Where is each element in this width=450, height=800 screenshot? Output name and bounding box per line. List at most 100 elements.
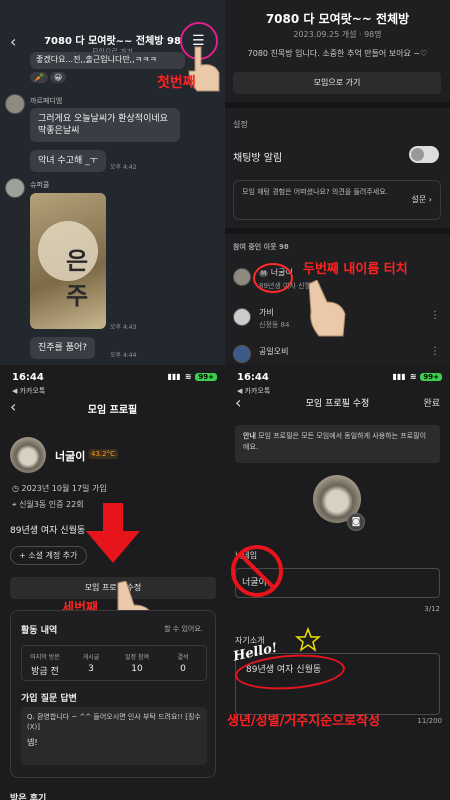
- battery-icon: 99+: [420, 372, 442, 381]
- stat-value: 3: [88, 664, 94, 674]
- step-annotation: 첫번째: [157, 75, 196, 91]
- message-time: 오후 4:42: [110, 164, 137, 171]
- section-divider: [225, 228, 450, 234]
- status-time: 16:44: [237, 372, 269, 383]
- pointing-hand-icon: [308, 280, 346, 337]
- answer-text: 넵!: [27, 737, 38, 747]
- location-verification: ⌖ 신월3동 인증 22회: [12, 499, 84, 510]
- notice-label: 안내: [243, 432, 256, 440]
- temperature-badge: 43.2°C: [88, 449, 118, 459]
- survey-card[interactable]: 모임 채팅 경험은 어떠셨나요? 의견을 들려주세요. 설문 ›: [233, 180, 441, 220]
- page-title: 모임 프로필: [87, 405, 138, 416]
- activity-title: 활동 내역: [21, 626, 58, 636]
- chat-message: 악녀 수고해 _ㅜ: [30, 150, 106, 173]
- member-avatar[interactable]: [233, 308, 251, 326]
- book-cover-lettering: 은주: [66, 246, 89, 310]
- camera-icon[interactable]: ◙: [347, 513, 365, 531]
- avatar[interactable]: [5, 178, 25, 198]
- stat-last-visit: 마지막 방문 방금 전: [22, 646, 68, 680]
- more-options-icon[interactable]: ⋮: [430, 346, 440, 357]
- profile-header: ‹ 모임 프로필: [0, 395, 225, 423]
- settings-header: 설정: [233, 120, 248, 129]
- activity-stats: 마지막 방문 방금 전 게시글 3 일정 참여 10 결석 0: [21, 645, 207, 681]
- stat-value: 방금 전: [31, 667, 59, 677]
- survey-text: 모임 채팅 경험은 어떠셨나요? 의견을 들려주세요.: [242, 188, 388, 196]
- more-options-icon[interactable]: ⋮: [430, 310, 440, 321]
- location-pin-icon: ⌖: [12, 500, 17, 509]
- sender-name: 까르페디엠: [30, 97, 63, 105]
- prohibited-sign-icon: [231, 545, 283, 597]
- battery-icon: 99+: [195, 372, 217, 381]
- reviews-title: 받은 후기: [10, 794, 47, 800]
- star-doodle-icon: [295, 627, 321, 652]
- chat-message: 진주를 품어?: [30, 337, 96, 360]
- status-time: 16:44: [12, 372, 44, 383]
- avatar[interactable]: [5, 94, 25, 114]
- stat-value: 10: [131, 664, 143, 674]
- notice-box: 안내 모임 프로필은 모든 모임에서 동일하게 사용하는 프로필이에요.: [235, 425, 440, 463]
- message-time: 오후 4:44: [110, 352, 137, 359]
- activity-card: 활동 내역 할 수 있어요. 마지막 방문 방금 전 게시글 3 일정 참여 10 결…: [10, 610, 216, 778]
- survey-button[interactable]: 설문 ›: [412, 194, 432, 205]
- question-text: Q. 환영합니다 ~ ^^ 들어오시면 인사 부탁 드려요!! [징수(X)]: [27, 713, 201, 731]
- chat-panel: ‹ 7080 다 모여랏~~ 전체방 98 모임으로 가기 좋겠다요...전,,…: [0, 0, 225, 365]
- stat-posts: 게시글 3: [68, 646, 114, 680]
- joined-text: 2023년 10월 17일 가입: [21, 484, 107, 493]
- reaction-emojis[interactable]: 🥕 😀: [30, 72, 67, 83]
- notification-toggle[interactable]: [409, 146, 439, 163]
- clock-icon: ◷: [12, 484, 19, 493]
- stat-value: 0: [180, 664, 186, 674]
- member-name[interactable]: 가비: [259, 307, 274, 318]
- sender-name: 슈퍼쿨: [30, 181, 50, 189]
- face-emoji-icon[interactable]: 😀: [49, 72, 67, 83]
- room-meta: 2023.09.25 개설 · 98명: [293, 30, 382, 39]
- nickname-counter: 3/12: [424, 605, 440, 613]
- add-social-account-button[interactable]: + 소셜 계정 추가: [10, 546, 87, 565]
- edit-profile-panel: 16:44 ◀ 카카오톡 ▮▮▮ ≋ 99+ ‹ 모임 프로필 수정 완료 안내 모…: [225, 365, 450, 800]
- instruction-annotation: 생년/성별/거주지순으로작성: [227, 714, 381, 729]
- group-profile-panel: 16:44 ◀ 카카오톡 ▮▮▮ ≋ 99+ ‹ 모임 프로필 너굴이 43.2°C…: [0, 365, 225, 800]
- stat-absence: 결석 0: [160, 646, 206, 680]
- section-divider: [225, 102, 450, 108]
- room-title: 7080 다 모여랏~~ 전체방: [265, 12, 410, 26]
- book-photo[interactable]: 은주: [30, 193, 106, 329]
- status-icons: ▮▮▮ ≋ 99+: [167, 372, 217, 381]
- stat-label: 일정 참여: [125, 654, 149, 661]
- member-avatar[interactable]: [233, 345, 251, 363]
- stat-label: 게시글: [82, 654, 100, 661]
- highlight-circle: [253, 263, 293, 293]
- carrot-emoji-icon[interactable]: 🥕: [30, 72, 48, 83]
- page-title: 모임 프로필 수정: [305, 399, 370, 409]
- stat-schedule: 일정 참여 10: [114, 646, 160, 680]
- survey-button-label: 설문: [411, 195, 427, 204]
- profile-bio: 89년생 여자 신월동: [10, 526, 86, 536]
- answer-box: Q. 환영합니다 ~ ^^ 들어오시면 인사 부탁 드려요!! [징수(X)] …: [21, 707, 207, 765]
- profile-name: 너굴이: [55, 450, 86, 463]
- stat-label: 결석: [177, 654, 189, 661]
- members-header: 참여 중인 이웃 98: [233, 243, 289, 251]
- wifi-icon: ≋: [409, 372, 417, 381]
- done-button[interactable]: 완료: [423, 396, 440, 409]
- notice-text: 모임 프로필은 모든 모임에서 동일하게 사용하는 프로필이에요.: [243, 432, 427, 451]
- status-bar: 16:44 ◀ 카카오톡 ▮▮▮ ≋ 99+: [0, 365, 225, 395]
- location-text: 신월3동 인증 22회: [19, 500, 84, 509]
- profile-avatar[interactable]: [10, 437, 46, 473]
- member-bio: 신정동 84: [259, 321, 290, 329]
- go-to-group-button[interactable]: 모임으로 가기: [233, 72, 441, 94]
- notification-label: 채팅방 알림: [233, 153, 283, 164]
- member-avatar[interactable]: [233, 268, 251, 286]
- room-description: 7080 친목방 입니다. 소중한 추억 만들어 보아요 ~♡: [247, 49, 428, 58]
- intro-counter: 11/200: [417, 717, 442, 725]
- step-annotation: 두번째 내이름 터치: [303, 262, 408, 277]
- edit-header: ‹ 모임 프로필 수정 완료: [225, 393, 450, 421]
- joined-date: ◷ 2023년 10월 17일 가입: [12, 483, 107, 494]
- member-name[interactable]: 공일오비: [259, 346, 288, 357]
- chevron-right-icon: ›: [428, 195, 432, 204]
- status-bar: 16:44 ◀ 카카오톡 ▮▮▮ ≋ 99+: [225, 365, 450, 395]
- answer-title: 가입 질문 답변: [21, 694, 77, 704]
- signal-icon: ▮▮▮: [392, 372, 406, 381]
- status-icons: ▮▮▮ ≋ 99+: [392, 372, 442, 381]
- message-time: 오후 4:43: [110, 324, 137, 331]
- down-arrow-annotation: [86, 503, 140, 563]
- chatroom-info-panel: 7080 다 모여랏~~ 전체방 2023.09.25 개설 · 98명 708…: [225, 0, 450, 365]
